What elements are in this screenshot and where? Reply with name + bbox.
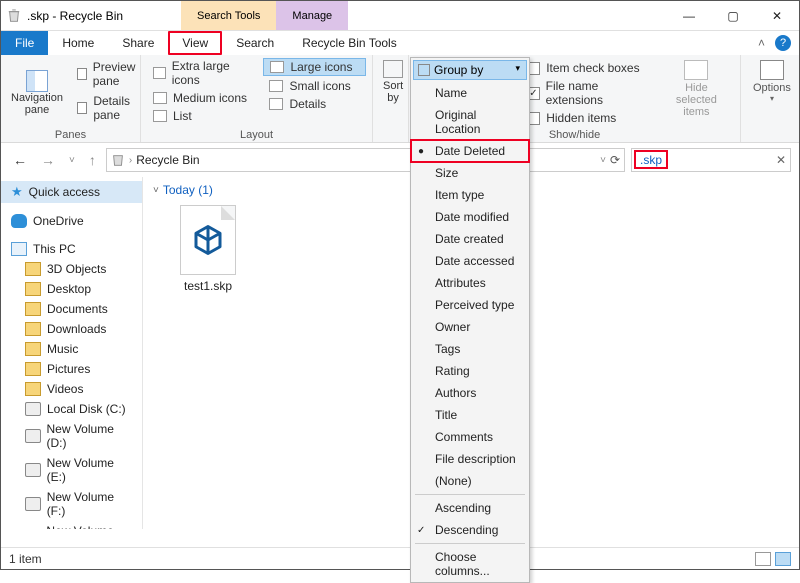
layout-large-icons[interactable]: Large icons [263, 58, 366, 76]
groupby-date-deleted[interactable]: ●Date Deleted [410, 139, 530, 163]
groupby-date-modified[interactable]: Date modified [411, 206, 529, 228]
groupby-name[interactable]: Name [411, 82, 529, 104]
details-pane-button[interactable]: Details pane [73, 92, 144, 124]
view-details-icon[interactable] [755, 552, 771, 566]
item-check-boxes-toggle[interactable]: Item check boxes [527, 60, 653, 76]
groupby-item-type[interactable]: Item type [411, 184, 529, 206]
groupby-comments[interactable]: Comments [411, 426, 529, 448]
sidebar-item-desktop[interactable]: Desktop [1, 279, 142, 299]
groupby-perceived-type[interactable]: Perceived type [411, 294, 529, 316]
file-name: test1.skp [184, 275, 232, 293]
tab-search[interactable]: Search [222, 31, 288, 55]
sidebar-item-new-volume-d[interactable]: New Volume (D:) [1, 419, 142, 453]
breadcrumb[interactable]: Recycle Bin [136, 153, 199, 167]
layout-medium-icons[interactable]: Medium icons [147, 90, 257, 106]
hide-selected-items-button[interactable]: Hide selected items [659, 58, 734, 128]
hidden-items-toggle[interactable]: Hidden items [527, 110, 653, 126]
search-input[interactable]: .skp [634, 150, 668, 169]
groupby-file-description[interactable]: File description [411, 448, 529, 470]
search-box[interactable]: .skp ✕ [631, 148, 791, 172]
groupby-date-accessed[interactable]: Date accessed [411, 250, 529, 272]
tab-share[interactable]: Share [108, 31, 168, 55]
layout-small-icons[interactable]: Small icons [263, 78, 366, 94]
layout-details[interactable]: Details [263, 96, 366, 112]
minimize-button[interactable]: ― [667, 1, 711, 30]
recycle-bin-icon [7, 9, 21, 23]
file-item[interactable]: test1.skp [163, 205, 253, 293]
groupby-tags[interactable]: Tags [411, 338, 529, 360]
sidebar-item-downloads[interactable]: Downloads [1, 319, 142, 339]
tab-recycle-bin-tools[interactable]: Recycle Bin Tools [288, 31, 411, 55]
group-by-button[interactable]: Group by▾ [413, 60, 527, 80]
refresh-button[interactable]: ⟳ [610, 153, 620, 167]
groupby-attributes[interactable]: Attributes [411, 272, 529, 294]
sidebar-item-documents[interactable]: Documents [1, 299, 142, 319]
layout-extra-large-icons[interactable]: Extra large icons [147, 58, 257, 88]
recycle-bin-path-icon [111, 153, 125, 167]
help-icon[interactable]: ? [775, 35, 791, 51]
sidebar-item-videos[interactable]: Videos [1, 379, 142, 399]
navigation-tree[interactable]: ★Quick access OneDrive This PC 3D Object… [1, 177, 143, 529]
skp-file-icon [180, 205, 236, 275]
sidebar-onedrive[interactable]: OneDrive [1, 211, 142, 231]
sidebar-item-music[interactable]: Music [1, 339, 142, 359]
tab-view[interactable]: View [168, 31, 222, 55]
tab-file[interactable]: File [1, 31, 48, 55]
nav-up-button[interactable]: ↑ [85, 152, 100, 168]
sidebar-item-new-volume-g[interactable]: New Volume (G:) [1, 521, 142, 529]
nav-recent-button[interactable]: ˅ [65, 155, 79, 166]
sidebar-item-new-volume-e[interactable]: New Volume (E:) [1, 453, 142, 487]
sidebar-item-3d-objects[interactable]: 3D Objects [1, 259, 142, 279]
close-button[interactable]: ✕ [755, 1, 799, 30]
sidebar-item-local-disk-c[interactable]: Local Disk (C:) [1, 399, 142, 419]
clear-search-icon[interactable]: ✕ [776, 153, 786, 167]
preview-pane-button[interactable]: Preview pane [73, 58, 144, 90]
status-item-count: 1 item [9, 552, 42, 566]
address-dropdown-icon[interactable]: ˅ [600, 155, 606, 166]
groupby-rating[interactable]: Rating [411, 360, 529, 382]
window-title: .skp - Recycle Bin [25, 9, 123, 23]
layout-list[interactable]: List [147, 108, 257, 124]
groupby-authors[interactable]: Authors [411, 382, 529, 404]
context-tab-search-tools[interactable]: Search Tools [181, 1, 276, 30]
group-label-layout: Layout [147, 128, 366, 141]
sidebar-item-pictures[interactable]: Pictures [1, 359, 142, 379]
groupby-date-created[interactable]: Date created [411, 228, 529, 250]
nav-forward-button[interactable]: → [37, 152, 59, 168]
nav-back-button[interactable]: ← [9, 152, 31, 168]
context-tab-manage[interactable]: Manage [276, 1, 348, 30]
groupby-ascending[interactable]: Ascending [411, 497, 529, 519]
view-large-icons-icon[interactable] [775, 552, 791, 566]
sidebar-quick-access[interactable]: ★Quick access [1, 181, 142, 203]
ribbon-collapse-icon[interactable]: ˄ [758, 36, 765, 50]
groupby-none[interactable]: (None) [411, 470, 529, 492]
groupby-owner[interactable]: Owner [411, 316, 529, 338]
sidebar-this-pc[interactable]: This PC [1, 239, 142, 259]
group-by-menu: Group by▾ Name Original Location ●Date D… [410, 57, 530, 583]
tab-home[interactable]: Home [48, 31, 108, 55]
maximize-button[interactable]: ▢ [711, 1, 755, 30]
groupby-size[interactable]: Size [411, 162, 529, 184]
group-label-panes: Panes [7, 128, 134, 141]
groupby-original-location[interactable]: Original Location [411, 104, 529, 140]
sidebar-item-new-volume-f[interactable]: New Volume (F:) [1, 487, 142, 521]
address-bar[interactable]: › Recycle Bin ˅ ⟳ [106, 148, 625, 172]
groupby-descending[interactable]: ✓Descending [411, 519, 529, 541]
options-button[interactable]: Options ▾ [747, 58, 797, 128]
file-name-extensions-toggle[interactable]: ✓File name extensions [527, 78, 653, 108]
groupby-title[interactable]: Title [411, 404, 529, 426]
sort-by-button[interactable]: Sort by [379, 58, 407, 128]
groupby-choose-columns[interactable]: Choose columns... [411, 546, 529, 582]
navigation-pane-button[interactable]: Navigation pane [7, 58, 67, 128]
